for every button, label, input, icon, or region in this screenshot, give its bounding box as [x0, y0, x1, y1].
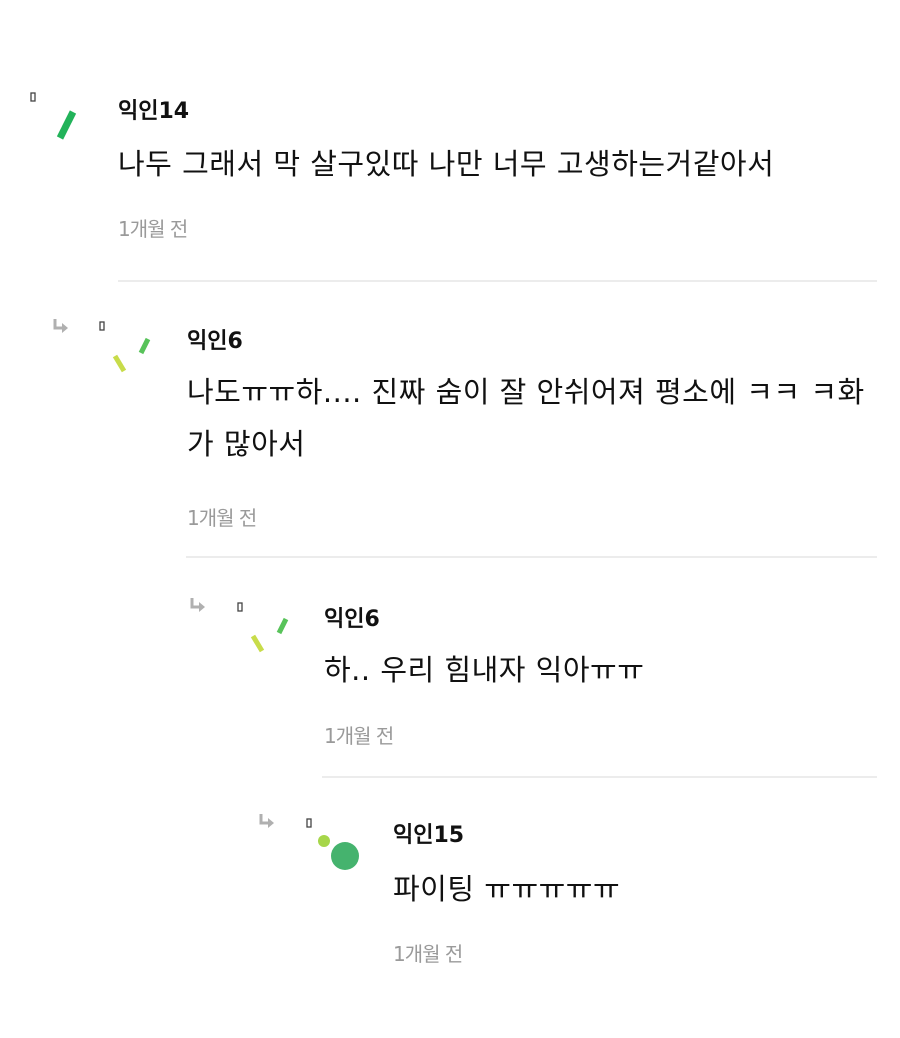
comment-author[interactable]: 익인6 [324, 601, 380, 633]
comment-2: 익인6 나도ㅠㅠ하.... 진짜 숨이 잘 안쉬어져 평소에 ㅋㅋ ㅋ화가 많아… [0, 290, 900, 560]
comment-time: 1개월 전 [324, 724, 394, 748]
reply-arrow-icon [53, 319, 68, 333]
comment-4: 익인15 파이팅 ㅠㅠㅠㅠㅠ 1개월 전 [0, 790, 900, 1010]
green-slash-avatar-icon [30, 92, 77, 140]
reply-arrow-icon [190, 598, 205, 612]
comment-author[interactable]: 익인14 [118, 93, 189, 125]
comment-time: 1개월 전 [393, 942, 463, 966]
comment-1: 익인14 나두 그래서 막 살구있따 나만 너무 고생하는거같아서 1개월 전 [0, 0, 900, 290]
comment-divider [322, 776, 877, 778]
green-dots-avatar-icon [306, 818, 359, 870]
comment-text: 나두 그래서 막 살구있따 나만 너무 고생하는거같아서 [118, 147, 775, 181]
comment-author[interactable]: 익인15 [393, 817, 464, 849]
comment-text: 나도ㅠㅠ하.... 진짜 숨이 잘 안쉬어져 평소에 ㅋㅋ ㅋ화가 많아서 [187, 375, 865, 461]
comment-divider [118, 280, 877, 282]
comment-time: 1개월 전 [118, 217, 188, 241]
comment-time: 1개월 전 [187, 506, 257, 530]
reply-arrow-icon [259, 814, 274, 828]
yellow-green-dashes-avatar-icon [99, 321, 151, 373]
comment-3: 익인6 하.. 우리 힘내자 익아ㅠㅠ 1개월 전 [0, 570, 900, 780]
comment-author[interactable]: 익인6 [187, 323, 243, 355]
comment-divider [186, 556, 877, 558]
yellow-green-dashes-avatar-icon [237, 602, 289, 653]
comment-text: 파이팅 ㅠㅠㅠㅠㅠ [393, 872, 621, 906]
comment-text: 하.. 우리 힘내자 익아ㅠㅠ [324, 653, 645, 687]
